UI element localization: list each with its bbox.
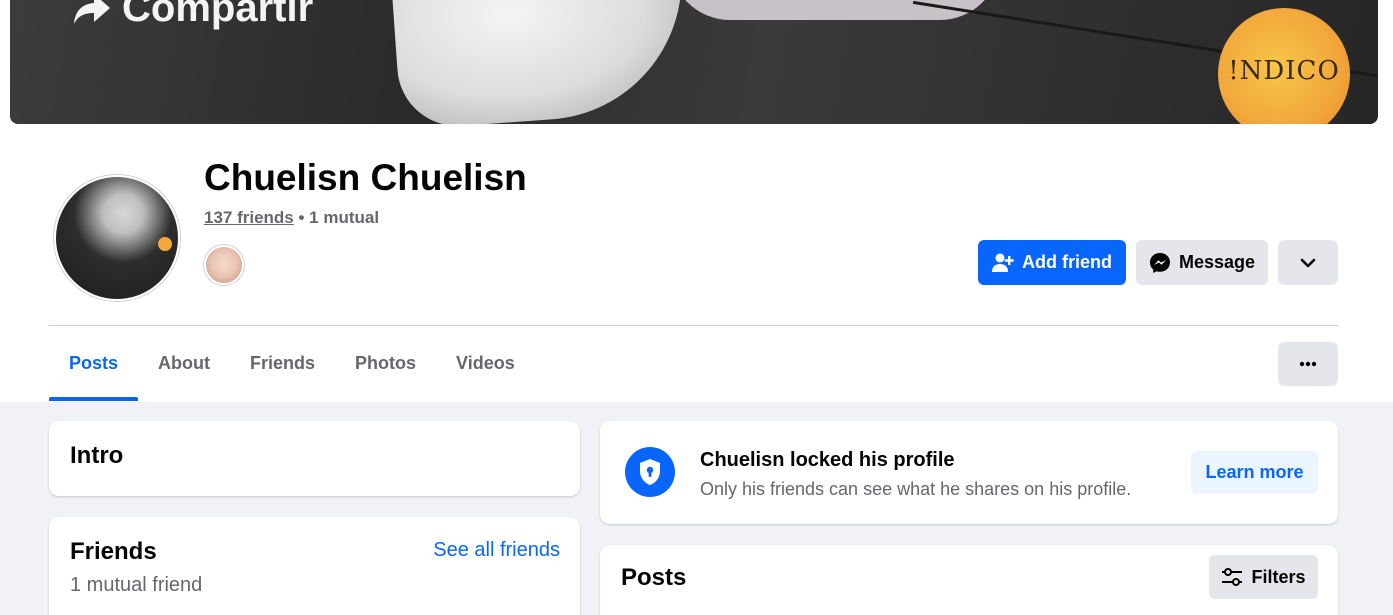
tabs-more-button[interactable] [1278,342,1338,386]
cover-overlay-text: Compartir [122,0,314,30]
posts-card: Posts Filters [600,545,1338,615]
tab-posts[interactable]: Posts [49,326,139,401]
tab-photos[interactable]: Photos [335,326,436,401]
profile-more-button[interactable] [1278,240,1338,285]
cover-shoe-shape-2 [670,0,1000,20]
posts-title: Posts [621,564,687,591]
friends-summary: 137 friends • 1 mutual [204,208,379,228]
add-friend-icon [992,253,1014,272]
mutual-friend-avatar[interactable] [204,245,244,285]
profile-name: Chuelisn Chuelisn [204,157,527,198]
tab-about[interactable]: About [138,326,230,401]
profile-tabs: Posts About Friends Photos Videos [49,326,535,401]
cover-photo[interactable]: Compartir !NDICO [10,0,1378,124]
friends-card: Friends See all friends 1 mutual friend [49,517,580,615]
more-dots-icon [1299,361,1317,367]
add-friend-button[interactable]: Add friend [978,240,1126,285]
friends-title: Friends [70,538,157,565]
cover-badge-logo: !NDICO [1218,8,1350,124]
friends-separator: • [293,208,310,227]
locked-subtitle: Only his friends can see what he shares … [700,479,1132,499]
avatar-detail [158,237,172,251]
intro-title: Intro [70,442,124,469]
see-all-friends-link[interactable]: See all friends [433,539,560,562]
cover-shoe-shape [389,0,691,124]
cover-overlay: Compartir [72,0,313,31]
share-icon [74,0,110,24]
filters-button[interactable]: Filters [1209,555,1318,599]
profile-content: Intro Friends See all friends 1 mutual f… [0,402,1393,615]
mutual-count: 1 mutual [309,208,380,227]
tab-videos[interactable]: Videos [436,326,535,401]
locked-title: Chuelisn locked his profile [700,449,955,471]
mutual-friends-text: 1 mutual friend [70,574,203,596]
learn-more-button[interactable]: Learn more [1191,451,1318,494]
message-label: Message [1178,252,1256,272]
shield-lock-icon [625,447,675,497]
intro-card: Intro [49,421,580,496]
add-friend-label: Add friend [1022,252,1112,272]
tab-friends[interactable]: Friends [230,326,335,401]
filters-icon [1222,568,1243,586]
messenger-icon [1149,252,1170,273]
locked-profile-card: Chuelisn locked his profile Only his fri… [600,421,1338,524]
profile-avatar[interactable] [54,175,180,301]
filters-label: Filters [1251,566,1306,587]
message-button[interactable]: Message [1136,240,1268,285]
profile-header: Chuelisn Chuelisn 137 friends • 1 mutual… [0,124,1393,402]
friends-count-link[interactable]: 137 friends [204,208,294,227]
cover-badge-text: !NDICO [1228,56,1340,86]
chevron-down-icon [1300,258,1316,267]
